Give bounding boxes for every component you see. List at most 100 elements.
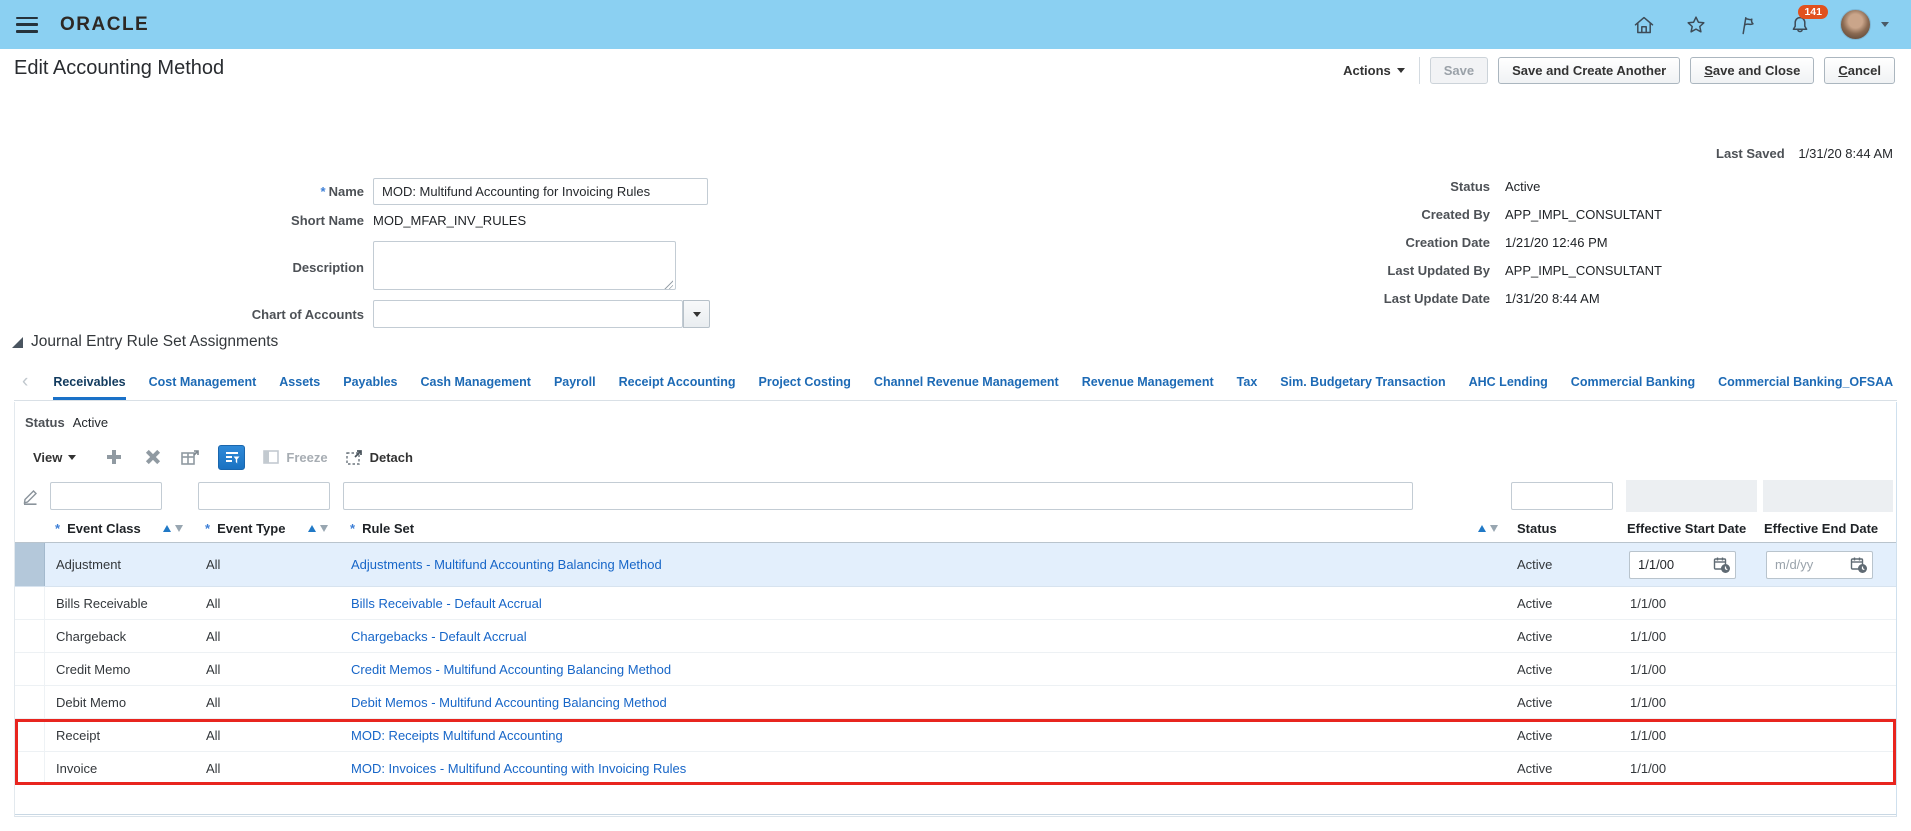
tab-scroll-left-icon[interactable]: ‹ <box>14 372 30 395</box>
tab-payables[interactable]: Payables <box>343 375 397 391</box>
event-class-filter-input[interactable] <box>50 482 162 510</box>
chart-of-accounts-dropdown-button[interactable] <box>683 300 710 328</box>
rule-set-filter-input[interactable] <box>343 482 1413 510</box>
tab-channel-revenue-management[interactable]: Channel Revenue Management <box>874 375 1059 391</box>
favorites-star-icon[interactable] <box>1684 13 1708 37</box>
save-button[interactable]: Save <box>1429 57 1489 84</box>
column-header-status[interactable]: Status <box>1508 515 1623 542</box>
hamburger-menu-icon[interactable] <box>16 16 38 33</box>
detach-button[interactable]: Detach <box>345 450 413 465</box>
tab-receipt-accounting[interactable]: Receipt Accounting <box>619 375 736 391</box>
top-bar: ORACLE 141 <box>0 0 1911 49</box>
collapse-triangle-icon[interactable] <box>12 336 23 348</box>
query-by-example-filter-button[interactable] <box>218 444 246 470</box>
notifications-bell[interactable]: 141 <box>1788 4 1828 37</box>
rule-set-link[interactable]: Debit Memos - Multifund Accounting Balan… <box>351 695 667 710</box>
table-row[interactable]: Chargeback All Chargebacks - Default Acc… <box>15 620 1896 653</box>
go-to-top-icon[interactable] <box>180 447 200 467</box>
section-title: Journal Entry Rule Set Assignments <box>31 333 279 350</box>
detail-value: 1/21/20 12:46 PM <box>1505 234 1608 250</box>
column-header-event-type[interactable]: * Event Type <box>195 515 340 542</box>
actions-menu[interactable]: Actions <box>1343 63 1409 78</box>
sort-descending-icon[interactable] <box>320 525 328 532</box>
rule-set-link[interactable]: Chargebacks - Default Accrual <box>351 629 527 644</box>
row-selector[interactable] <box>15 543 45 586</box>
table-row[interactable]: Debit Memo All Debit Memos - Multifund A… <box>15 686 1896 719</box>
last-saved-value: 1/31/20 8:44 AM <box>1798 146 1893 161</box>
end-date-cell <box>1760 587 1896 619</box>
watchlist-flag-icon[interactable] <box>1736 13 1760 37</box>
column-header-rule-set[interactable]: * Rule Set <box>340 515 1508 542</box>
rule-set-link[interactable]: Adjustments - Multifund Accounting Balan… <box>351 557 662 572</box>
home-icon[interactable] <box>1632 13 1656 37</box>
pencil-icon[interactable] <box>22 487 38 505</box>
table-row[interactable]: Invoice All MOD: Invoices - Multifund Ac… <box>15 752 1896 785</box>
detail-label: Created By <box>1421 206 1490 222</box>
chevron-down-icon[interactable] <box>1881 22 1889 27</box>
rule-set-link[interactable]: Bills Receivable - Default Accrual <box>351 596 542 611</box>
calendar-clock-icon[interactable] <box>1713 556 1731 574</box>
event-type-cell: All <box>206 694 221 710</box>
save-and-create-another-button[interactable]: Save and Create Another <box>1498 57 1681 84</box>
sort-ascending-icon[interactable] <box>308 525 316 532</box>
add-row-icon[interactable] <box>104 447 124 467</box>
avatar[interactable] <box>1840 9 1871 40</box>
short-name-label: Short Name <box>291 212 364 228</box>
sort-ascending-icon[interactable] <box>163 525 171 532</box>
row-selector[interactable] <box>15 686 45 718</box>
rule-set-link[interactable]: Credit Memos - Multifund Accounting Bala… <box>351 662 671 677</box>
tab-commercial-banking[interactable]: Commercial Banking <box>1571 375 1695 391</box>
event-class-cell: Chargeback <box>56 628 127 644</box>
row-selector[interactable] <box>15 653 45 685</box>
name-input[interactable] <box>373 177 708 205</box>
divider <box>1418 57 1420 84</box>
row-selector[interactable] <box>15 719 45 751</box>
tab-bar: ‹ Receivables Cost Management Assets Pay… <box>14 366 1897 401</box>
tab-cost-management[interactable]: Cost Management <box>149 375 257 391</box>
view-menu[interactable]: View <box>33 450 77 465</box>
last-saved-label: Last Saved <box>1716 146 1785 161</box>
table-row[interactable]: Receipt All MOD: Receipts Multifund Acco… <box>15 719 1896 752</box>
cancel-button[interactable]: Cancel <box>1824 57 1895 84</box>
end-date-filter-disabled <box>1763 480 1893 512</box>
tab-project-costing[interactable]: Project Costing <box>759 375 851 391</box>
tab-ahc-lending[interactable]: AHC Lending <box>1469 375 1548 391</box>
sort-descending-icon[interactable] <box>1490 525 1498 532</box>
row-selector[interactable] <box>15 587 45 619</box>
rule-set-table: * Event Class * Event Type * Rule Set St… <box>15 477 1896 815</box>
delete-row-icon[interactable] <box>142 447 162 467</box>
highlight-box: Receipt All MOD: Receipts Multifund Acco… <box>15 719 1896 785</box>
actions-label: Actions <box>1343 63 1391 78</box>
column-header-start-date[interactable]: Effective Start Date <box>1623 515 1760 542</box>
freeze-button[interactable]: Freeze <box>263 450 328 465</box>
table-row[interactable]: Credit Memo All Credit Memos - Multifund… <box>15 653 1896 686</box>
rule-set-link[interactable]: MOD: Receipts Multifund Accounting <box>351 728 563 743</box>
row-selector[interactable] <box>15 620 45 652</box>
save-and-close-button[interactable]: Save and Close <box>1690 57 1815 84</box>
event-type-filter-input[interactable] <box>198 482 330 510</box>
sort-ascending-icon[interactable] <box>1478 525 1486 532</box>
tab-assets[interactable]: Assets <box>279 375 320 391</box>
tab-cash-management[interactable]: Cash Management <box>420 375 530 391</box>
row-selector[interactable] <box>15 752 45 784</box>
tab-revenue-management[interactable]: Revenue Management <box>1082 375 1214 391</box>
rule-set-link[interactable]: MOD: Invoices - Multifund Accounting wit… <box>351 761 686 776</box>
status-filter-input[interactable] <box>1511 482 1613 510</box>
detail-value: 1/31/20 8:44 AM <box>1505 290 1600 306</box>
caret-down-icon <box>692 311 701 317</box>
column-header-end-date[interactable]: Effective End Date <box>1760 515 1896 542</box>
calendar-clock-icon[interactable] <box>1850 556 1868 574</box>
section-header: Journal Entry Rule Set Assignments <box>12 333 278 351</box>
tab-tax[interactable]: Tax <box>1237 375 1258 391</box>
tab-sim-budgetary-transaction[interactable]: Sim. Budgetary Transaction <box>1280 375 1445 391</box>
table-row[interactable]: Bills Receivable All Bills Receivable - … <box>15 587 1896 620</box>
column-header-event-class[interactable]: * Event Class <box>45 515 195 542</box>
event-class-cell: Credit Memo <box>56 661 131 677</box>
tab-receivables[interactable]: Receivables <box>53 375 126 400</box>
table-row[interactable]: Adjustment All Adjustments - Multifund A… <box>15 543 1896 587</box>
tab-payroll[interactable]: Payroll <box>554 375 596 391</box>
sort-descending-icon[interactable] <box>175 525 183 532</box>
tab-commercial-banking-ofsaa[interactable]: Commercial Banking_OFSAA <box>1718 375 1893 391</box>
chart-of-accounts-input[interactable] <box>373 300 683 328</box>
description-textarea[interactable] <box>373 241 676 290</box>
